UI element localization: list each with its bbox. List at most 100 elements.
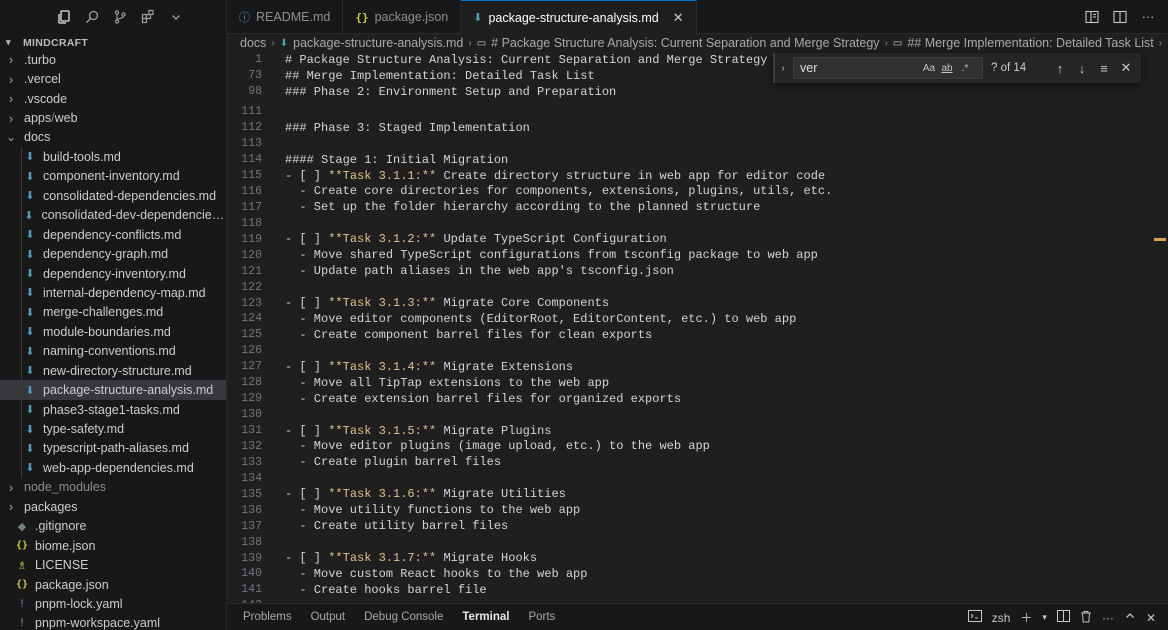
tab-ports[interactable]: Ports	[528, 604, 555, 630]
find-input-box[interactable]: Aa ab .*	[793, 57, 983, 79]
more-actions-icon[interactable]: ···	[1138, 7, 1158, 27]
search-icon[interactable]	[78, 3, 106, 31]
line-number: 133	[241, 455, 262, 469]
tab-problems[interactable]: Problems	[243, 604, 292, 630]
tree-file[interactable]: ! pnpm-workspace.yaml	[0, 614, 226, 630]
tree-folder[interactable]: › .turbo	[0, 50, 226, 69]
find-input[interactable]	[800, 61, 920, 75]
code-line: 113	[227, 136, 1168, 152]
chevron-right-icon: ›	[468, 37, 472, 49]
tree-item-label: module-boundaries.md	[43, 324, 171, 339]
tree-file[interactable]: ⬇ web-app-dependencies.md	[0, 458, 226, 478]
tree-file[interactable]: ⬇ naming-conventions.md	[0, 341, 226, 361]
tree-folder[interactable]: › node_modules	[0, 478, 226, 497]
tree-file[interactable]: ⬇ merge-challenges.md	[0, 302, 226, 323]
split-editor-icon[interactable]	[1110, 7, 1130, 27]
more-actions-icon[interactable]: ···	[1102, 611, 1114, 625]
explorer-root-header[interactable]: ▾ MINDCRAFT	[0, 34, 226, 51]
chevron-right-icon: ›	[8, 91, 14, 107]
extensions-icon[interactable]	[134, 3, 162, 31]
code-editor[interactable]: 1 # Package Structure Analysis: Current S…	[227, 52, 1168, 603]
breadcrumb-item[interactable]: # Package Structure Analysis: Current Se…	[491, 36, 879, 50]
indent-guide	[21, 341, 22, 361]
chevron-down-icon[interactable]: ▾	[1042, 612, 1047, 623]
chevron-right-icon[interactable]: ›	[775, 63, 791, 74]
code-line: 118	[227, 215, 1168, 231]
markdown-icon: ⬇	[25, 442, 35, 455]
terminal-name[interactable]: zsh	[992, 611, 1011, 625]
breadcrumb-item[interactable]: package-structure-analysis.md	[293, 36, 463, 50]
tree-file[interactable]: ⬇ dependency-conflicts.md	[0, 224, 226, 245]
find-in-selection-icon[interactable]: ≡	[1093, 61, 1115, 76]
tree-file[interactable]: ⬇ internal-dependency-map.md	[0, 283, 226, 303]
tree-file[interactable]: ⬇ consolidated-dev-dependencies.md	[0, 205, 226, 225]
tree-folder[interactable]: › packages	[0, 497, 226, 516]
tree-item-label: component-inventory.md	[43, 169, 180, 184]
tree-file[interactable]: ◆ .gitignore	[0, 517, 226, 536]
tree-file[interactable]: ⬇ phase3-stage1-tasks.md	[0, 399, 226, 420]
editor-tab-bar: ⓘ README.md {} package.json ⬇ package-st…	[227, 0, 1168, 34]
tree-file[interactable]: ⬇ typescript-path-aliases.md	[0, 438, 226, 459]
tree-file[interactable]: ⬇ type-safety.md	[0, 419, 226, 439]
tree-folder[interactable]: › .vercel	[0, 69, 226, 88]
tree-file[interactable]: ⬇ package-structure-analysis.md	[0, 380, 226, 400]
tab-terminal[interactable]: Terminal	[462, 604, 510, 630]
chevron-down-icon: ▾	[6, 37, 11, 47]
tree-file[interactable]: ⬇ new-directory-structure.md	[0, 361, 226, 381]
close-icon[interactable]: ✕	[673, 10, 684, 26]
open-preview-icon[interactable]	[1082, 7, 1102, 27]
source-control-icon[interactable]	[106, 3, 134, 31]
line-content: - Create core directories for components…	[285, 184, 833, 199]
trash-icon[interactable]	[1080, 610, 1092, 626]
tree-file[interactable]: ⬇ dependency-graph.md	[0, 244, 226, 264]
copy-files-icon[interactable]	[50, 3, 78, 31]
line-number: 130	[241, 408, 262, 422]
tree-item-label: naming-conventions.md	[43, 344, 176, 359]
split-terminal-icon[interactable]	[1056, 610, 1070, 625]
line-content: - [ ] **Task 3.1.5:** Migrate Plugins	[262, 424, 551, 438]
tree-file[interactable]: {} package.json	[0, 575, 226, 594]
chevron-up-icon[interactable]	[1124, 610, 1136, 625]
code-line: 119- [ ] **Task 3.1.2:** Update TypeScri…	[227, 231, 1168, 247]
tree-file[interactable]: ⬇ module-boundaries.md	[0, 322, 226, 342]
tree-file[interactable]: ♗ LICENSE	[0, 555, 226, 574]
tree-file[interactable]: ⬇ dependency-inventory.md	[0, 263, 226, 284]
add-terminal-icon[interactable]: ＋	[1020, 609, 1032, 626]
chevron-down-icon[interactable]	[162, 3, 190, 31]
indent-guide	[21, 380, 22, 400]
tree-file[interactable]: ⬇ component-inventory.md	[0, 166, 226, 187]
line-content: - Update path aliases in the web app's t…	[285, 264, 674, 279]
tree-item-label: dependency-conflicts.md	[43, 227, 182, 242]
tree-folder[interactable]: › .vscode	[0, 89, 226, 108]
line-number: 138	[241, 535, 262, 549]
tree-file[interactable]: ⬇ build-tools.md	[0, 147, 226, 167]
line-number: 118	[241, 216, 262, 230]
tab-package-json[interactable]: {} package.json	[343, 0, 462, 34]
arrow-down-icon[interactable]: ↓	[1071, 61, 1093, 76]
list-marker: - [ ]	[285, 423, 329, 438]
breadcrumb-item[interactable]: ## Merge Implementation: Detailed Task L…	[907, 36, 1153, 50]
tab-readme[interactable]: ⓘ README.md	[227, 0, 344, 34]
tree-folder[interactable]: ⌄ docs	[0, 128, 226, 147]
tree-folder[interactable]: › apps / web	[0, 108, 226, 127]
tree-file[interactable]: {} biome.json	[0, 536, 226, 555]
tree-item-label: LICENSE	[35, 558, 89, 573]
line-content: - [ ] **Task 3.1.4:** Migrate Extensions	[262, 360, 573, 374]
markdown-icon: ⬇	[25, 404, 35, 417]
markdown-icon: ⬇	[25, 151, 35, 164]
close-icon[interactable]: ✕	[1115, 60, 1137, 76]
line-content: - Create hooks barrel file	[285, 582, 487, 597]
regex-icon[interactable]: .*	[956, 63, 974, 74]
tab-output[interactable]: Output	[311, 604, 346, 630]
tab-package-structure-analysis[interactable]: ⬇ package-structure-analysis.md ✕	[461, 0, 697, 34]
tree-file[interactable]: ⬇ consolidated-dependencies.md	[0, 186, 226, 206]
tree-file[interactable]: ! pnpm-lock.yaml	[0, 594, 226, 613]
tab-debug-console[interactable]: Debug Console	[364, 604, 443, 630]
close-icon[interactable]: ✕	[1146, 611, 1156, 625]
match-case-icon[interactable]: Aa	[920, 63, 938, 74]
breadcrumb-item[interactable]: docs	[240, 36, 266, 50]
line-content: - Move custom React hooks to the web app	[285, 566, 588, 581]
whole-word-icon[interactable]: ab	[938, 63, 956, 74]
arrow-up-icon[interactable]: ↑	[1049, 61, 1071, 76]
line-content: - Create component barrel files for clea…	[285, 327, 653, 342]
